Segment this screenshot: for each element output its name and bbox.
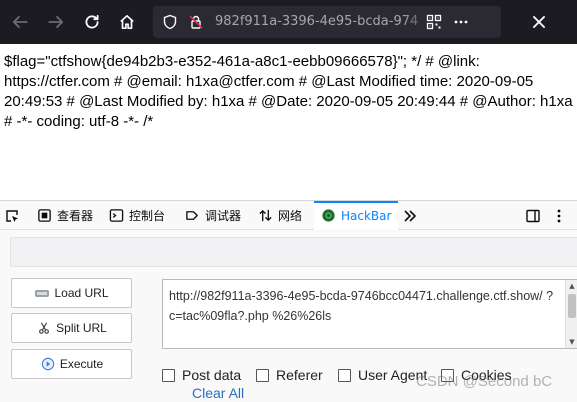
tab-network-label: 网络 [278, 209, 303, 223]
referer-label: Referer [276, 367, 323, 383]
devtools-tabbar: 查看器 控制台 调试器 网络 HackBar [0, 201, 577, 230]
console-icon [108, 208, 124, 224]
clear-all-link[interactable]: Clear All [192, 385, 244, 401]
scroll-down-arrow[interactable]: ▼ [568, 338, 576, 346]
tab-inspector[interactable]: 查看器 [36, 201, 93, 230]
devtools-panel: 查看器 控制台 调试器 网络 HackBar Load URL Split UR… [0, 200, 577, 402]
tab-console[interactable]: 控制台 [108, 201, 165, 230]
url-textarea[interactable]: http://982f911a-3396-4e95-bcda-9746bcc04… [162, 279, 577, 349]
reload-icon[interactable] [78, 8, 106, 36]
referer-checkbox[interactable] [256, 368, 269, 382]
split-url-button[interactable]: Split URL [11, 313, 132, 343]
scroll-up-arrow[interactable]: ▲ [568, 282, 576, 290]
tab-hackbar-label: HackBar [341, 208, 392, 223]
tab-hackbar[interactable]: HackBar [314, 201, 398, 230]
execute-button[interactable]: Execute [11, 349, 132, 379]
user-agent-option[interactable]: User Agent [338, 365, 427, 385]
load-url-icon [34, 286, 50, 300]
tab-debugger[interactable]: 调试器 [184, 201, 241, 230]
debugger-icon [184, 208, 200, 224]
url-scrollbar[interactable]: ▲ ▼ [565, 280, 577, 348]
home-icon[interactable] [113, 8, 141, 36]
load-url-label: Load URL [54, 286, 109, 300]
hackbar-menu-strip [10, 237, 577, 267]
scissors-icon [36, 321, 52, 335]
close-icon[interactable] [525, 8, 553, 36]
devtools-menu-icon[interactable] [550, 207, 568, 225]
referer-option[interactable]: Referer [256, 365, 323, 385]
tab-network[interactable]: 网络 [257, 201, 302, 230]
post-data-checkbox[interactable] [162, 368, 175, 382]
scroll-thumb[interactable] [568, 294, 576, 318]
network-icon [257, 208, 273, 224]
split-url-label: Split URL [56, 321, 107, 335]
back-icon[interactable] [6, 8, 34, 36]
post-data-label: Post data [182, 367, 242, 383]
browser-toolbar: 982f911a-3396-4e95-bcda-974 [0, 0, 577, 44]
qr-icon[interactable] [425, 13, 443, 31]
address-bar[interactable]: 982f911a-3396-4e95-bcda-974 [153, 6, 501, 38]
play-icon [40, 357, 56, 371]
load-url-button[interactable]: Load URL [11, 278, 132, 308]
watermark-text: CSDN @Second bC [416, 373, 553, 390]
more-icon[interactable] [452, 13, 470, 31]
url-text[interactable]: 982f911a-3396-4e95-bcda-974 [215, 13, 429, 31]
tab-debugger-label: 调试器 [205, 209, 242, 223]
hackbar-icon [320, 208, 336, 224]
inspector-icon [36, 208, 52, 224]
tab-inspector-label: 查看器 [57, 209, 94, 223]
page-source-text: $flag="ctfshow{de94b2b3-e352-461a-a8c1-e… [4, 53, 573, 130]
dock-icon[interactable] [524, 207, 542, 225]
element-picker-icon[interactable] [3, 207, 21, 225]
execute-label: Execute [59, 357, 104, 371]
tab-console-label: 控制台 [129, 209, 166, 223]
user-agent-checkbox[interactable] [338, 368, 351, 382]
post-data-option[interactable]: Post data [162, 365, 241, 385]
more-tabs-icon[interactable] [401, 207, 419, 225]
permissions-icon[interactable] [187, 13, 205, 31]
forward-icon[interactable] [42, 8, 70, 36]
shield-icon[interactable] [161, 13, 179, 31]
